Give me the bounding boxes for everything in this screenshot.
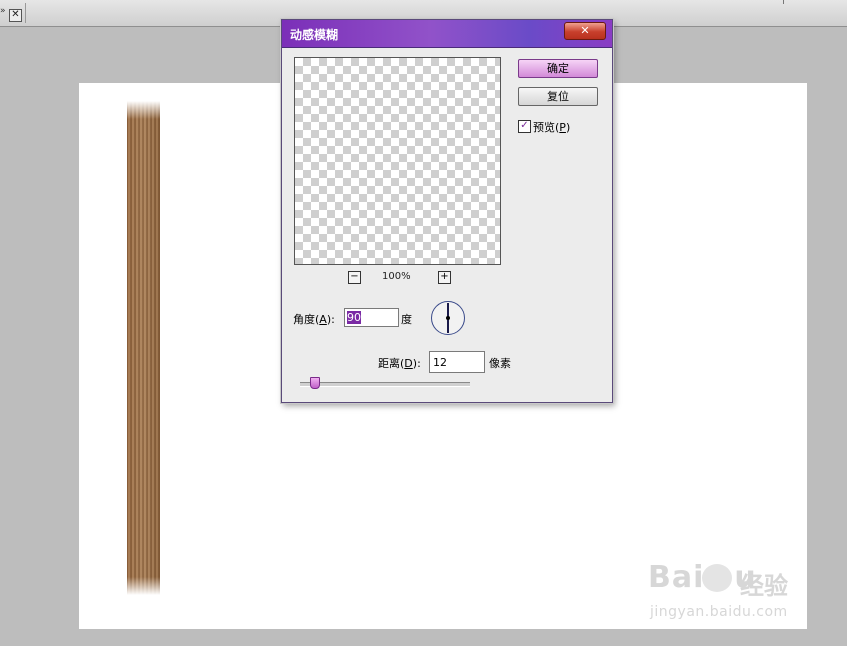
angle-value: 90 (347, 311, 361, 324)
angle-dial[interactable] (431, 301, 465, 335)
filter-preview-pane[interactable] (294, 57, 501, 265)
watermark-cn-text: 经验 (740, 572, 788, 600)
paw-icon (702, 564, 732, 592)
dialog-title: 动感模糊 (290, 28, 339, 42)
distance-label: 距离(D): (378, 357, 421, 370)
angle-input[interactable]: 90 (344, 308, 399, 327)
distance-slider-thumb[interactable] (310, 377, 321, 389)
distance-slider-track[interactable] (300, 382, 470, 387)
angle-dial-hub (446, 316, 450, 320)
tab-divider (25, 3, 26, 23)
ok-button[interactable]: 确定 (518, 59, 598, 78)
angle-unit: 度 (401, 313, 412, 326)
tab-divider (783, 0, 784, 4)
preview-checkbox[interactable]: ✓ (518, 120, 531, 133)
dialog-title-bar[interactable]: 动感模糊 ✕ (282, 20, 612, 48)
distance-input[interactable]: 12 (429, 351, 485, 373)
close-dialog-button[interactable]: ✕ (564, 22, 606, 40)
reset-button[interactable]: 复位 (518, 87, 598, 106)
preview-checkbox-label[interactable]: 预览(P) (533, 119, 570, 135)
zoom-in-button[interactable]: + (438, 271, 451, 284)
zoom-out-button[interactable]: − (348, 271, 361, 284)
zoom-level-label: 100% (382, 271, 411, 282)
distance-unit: 像素 (489, 357, 511, 370)
angle-label: 角度(A): (293, 313, 335, 326)
watermark-url: jingyan.baidu.com (650, 604, 788, 620)
wood-grain-layer (127, 101, 160, 595)
baidu-jingyan-watermark: Bai u 经验 jingyan.baidu.com (648, 560, 808, 630)
motion-blur-dialog: 动感模糊 ✕ − 100% + 确定 复位 ✓ 预览(P) 角度(A): 90 … (281, 19, 613, 403)
close-document-icon[interactable]: ✕ (9, 9, 22, 22)
panel-arrow-icon[interactable]: » (0, 6, 6, 16)
